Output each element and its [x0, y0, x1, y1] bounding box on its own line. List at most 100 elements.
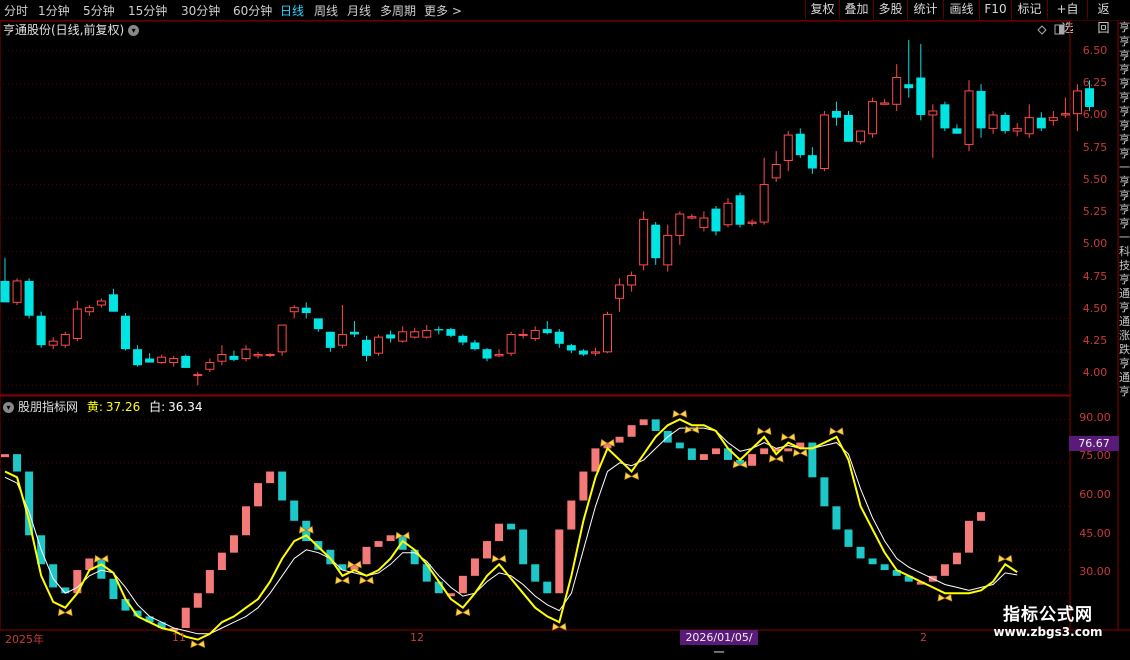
candle-body-down [229, 355, 239, 360]
indicator-bar-up [386, 535, 395, 542]
candle-body-down [831, 110, 841, 118]
butterfly-icon [190, 640, 206, 649]
indicator-bar-down [278, 471, 287, 501]
indicator-bar-up [977, 512, 986, 521]
candle-body-up [169, 358, 179, 364]
indicator-bar-up [699, 454, 708, 460]
candle-body-down [446, 329, 456, 336]
butterfly-icon [756, 427, 772, 436]
indicator-bar-up [495, 523, 504, 542]
candle-body-down [133, 349, 143, 366]
indicator-tick: 30.00 [1079, 565, 1111, 578]
candle-body-down [711, 208, 721, 232]
candle-body-down [313, 318, 323, 330]
indicator-bar-down [856, 546, 865, 559]
indicator-bar-down [434, 581, 443, 594]
candle-body-down [940, 104, 950, 129]
diamond-icon[interactable] [1037, 25, 1047, 35]
indicator-bar-up [748, 454, 757, 466]
butterfly-icon [780, 433, 796, 442]
candle-body-up [277, 324, 287, 353]
indicator-bar-down [121, 599, 130, 611]
candle-body-up [747, 221, 757, 224]
butterfly-icon [491, 554, 507, 563]
candle-body-down [566, 345, 576, 351]
indicator-bar-up [711, 448, 720, 455]
indicator-bar-down [820, 477, 829, 507]
candle-body-up [374, 336, 384, 354]
indicator-tick: 45.00 [1079, 527, 1111, 540]
cursor-date-box: 2026/01/05/一 [680, 630, 758, 659]
candle-body-down [121, 315, 130, 350]
candle-body-up [1060, 113, 1070, 116]
indicator-bar-down [675, 442, 684, 449]
current-value-box: 76.67 [1069, 436, 1119, 451]
indicator-bar-up [193, 593, 202, 608]
candle-body-up [518, 333, 528, 336]
indicator-bar-down [880, 564, 889, 571]
yellow-label: 黄: [86, 400, 103, 414]
indicator-bar-up [374, 541, 383, 547]
candle-body-up [253, 354, 263, 357]
indicator-lines [4, 418, 1018, 641]
candle-body-up [771, 164, 781, 179]
indicator-bar-down [25, 471, 34, 536]
indicator-bar-up [205, 570, 214, 594]
price-tick: 4.25 [1082, 334, 1108, 347]
butterfly-icon [997, 554, 1013, 563]
candle-body-up [603, 313, 612, 353]
chart-canvas[interactable] [0, 0, 1130, 650]
indicator-bar-up [940, 564, 949, 576]
candle-body-up [663, 234, 673, 266]
candle-body-down [145, 358, 155, 363]
indicator-bar-up [952, 552, 961, 565]
date-label-feb: 2 [920, 631, 927, 644]
candles [0, 40, 1094, 386]
candle-body-down [578, 350, 588, 355]
candle-body-up [988, 114, 998, 129]
candle-body-down [795, 133, 805, 156]
candle-body-down [325, 331, 335, 348]
candle-body-up [627, 275, 637, 286]
candle-body-down [916, 77, 926, 115]
candle-body-up [783, 134, 793, 161]
indicator-tick: 60.00 [1079, 488, 1111, 501]
candle-body-up [12, 280, 22, 303]
indicator-bar-down [109, 578, 118, 600]
indicator-bar-up [483, 541, 491, 559]
candle-body-up [398, 331, 408, 342]
price-tick: 5.50 [1082, 173, 1108, 186]
date-label-dec: 12 [410, 631, 424, 644]
indicator-tick: 90.00 [1079, 411, 1111, 424]
indicator-bar-down [651, 419, 660, 431]
candle-body-up [410, 331, 420, 338]
candle-body-up [530, 329, 540, 339]
butterfly-icon [937, 593, 953, 602]
chevron-down-icon[interactable]: ▾ [3, 402, 14, 413]
candle-body-up [96, 300, 106, 306]
price-tick: 5.00 [1082, 237, 1108, 250]
candle-body-up [615, 284, 625, 299]
butterfly-icon [335, 576, 350, 585]
candle-body-up [337, 333, 347, 346]
candle-body-down [651, 224, 661, 259]
indicator-bar-down [543, 581, 552, 594]
indicator-bar-up [639, 419, 648, 426]
indicator-bar-up [217, 552, 226, 571]
price-tick: 6.00 [1082, 108, 1108, 121]
watermark: 指标公式网 www.zbgs3.com [966, 600, 1130, 639]
butterfly-icon [768, 454, 784, 463]
yellow-line [4, 418, 1018, 641]
indicator-bar-up [1, 454, 9, 458]
candle-body-up [289, 307, 299, 313]
candle-body-down [24, 280, 34, 316]
candle-body-up [1048, 117, 1058, 121]
yellow-value: 37.26 [105, 400, 141, 414]
candle-body-up [1024, 117, 1034, 135]
candle-body-up [217, 354, 227, 362]
candle-body-up [265, 354, 275, 357]
candle-body-up [84, 307, 94, 313]
price-tick: 4.00 [1082, 366, 1108, 379]
candle-body-down [301, 307, 311, 314]
candle-body-down [458, 335, 468, 343]
